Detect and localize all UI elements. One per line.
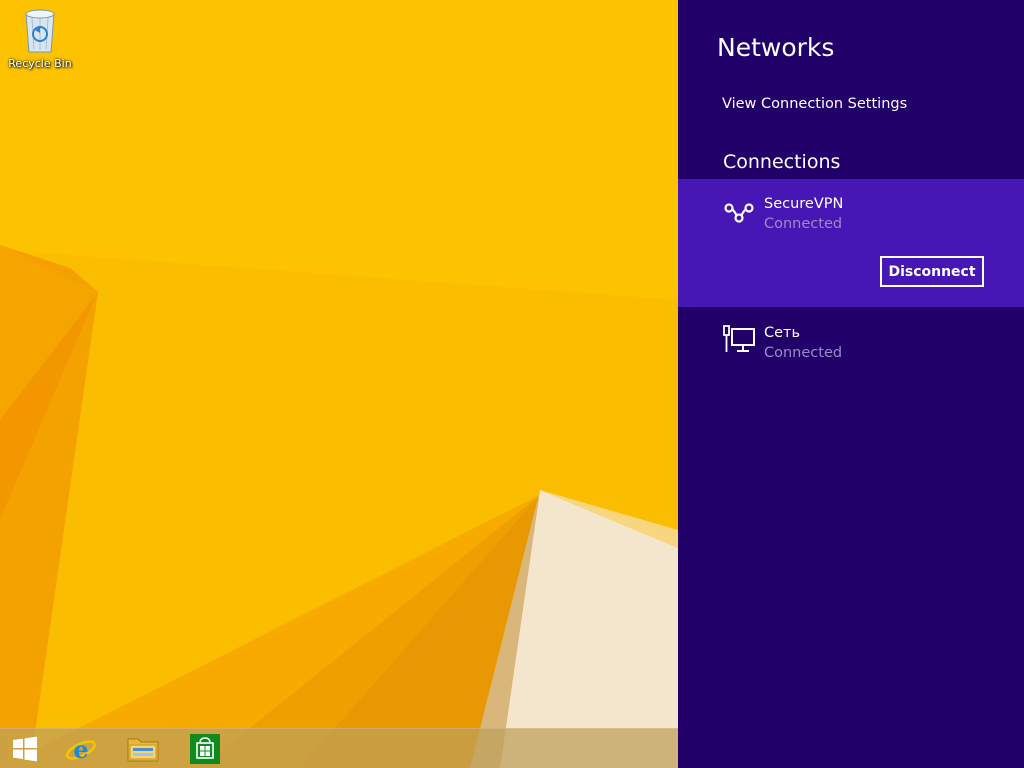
wired-network-icon: [723, 325, 755, 352]
vpn-icon: [724, 203, 754, 223]
folder-icon: [127, 738, 159, 762]
connections-heading: Connections: [723, 151, 841, 173]
taskbar: e: [0, 728, 678, 768]
recycle-bin-icon: [25, 9, 55, 53]
start-button[interactable]: [0, 729, 54, 768]
desktop-icon-label: Recycle Bin: [8, 57, 72, 70]
store-bag-icon: [190, 734, 220, 764]
networks-panel: Networks View Connection Settings Connec…: [678, 0, 1024, 768]
connection-status: Connected: [764, 345, 843, 361]
connection-item-network[interactable]: Сеть Connected: [678, 312, 1024, 372]
panel-title: Networks: [717, 33, 835, 62]
screen: Recycle Bin e Networks View Connection S…: [0, 0, 1024, 768]
connection-name: SecureVPN: [764, 196, 844, 212]
svg-text:e: e: [73, 735, 88, 764]
taskbar-store[interactable]: [176, 729, 234, 768]
view-connection-settings-link[interactable]: View Connection Settings: [722, 96, 907, 112]
internet-explorer-icon: e: [65, 735, 97, 764]
connection-name: Сеть: [764, 325, 801, 341]
taskbar-file-explorer[interactable]: [114, 729, 172, 768]
taskbar-internet-explorer[interactable]: e: [52, 729, 110, 768]
windows-logo-icon: [13, 736, 37, 762]
connection-status: Connected: [764, 216, 843, 232]
desktop-icon-recycle-bin[interactable]: Recycle Bin: [4, 6, 76, 70]
desktop[interactable]: Recycle Bin e: [0, 0, 678, 768]
connection-item-securevpn[interactable]: SecureVPN Connected Disconnect: [678, 179, 1024, 307]
wallpaper: [0, 0, 678, 768]
disconnect-button[interactable]: Disconnect: [880, 256, 984, 287]
